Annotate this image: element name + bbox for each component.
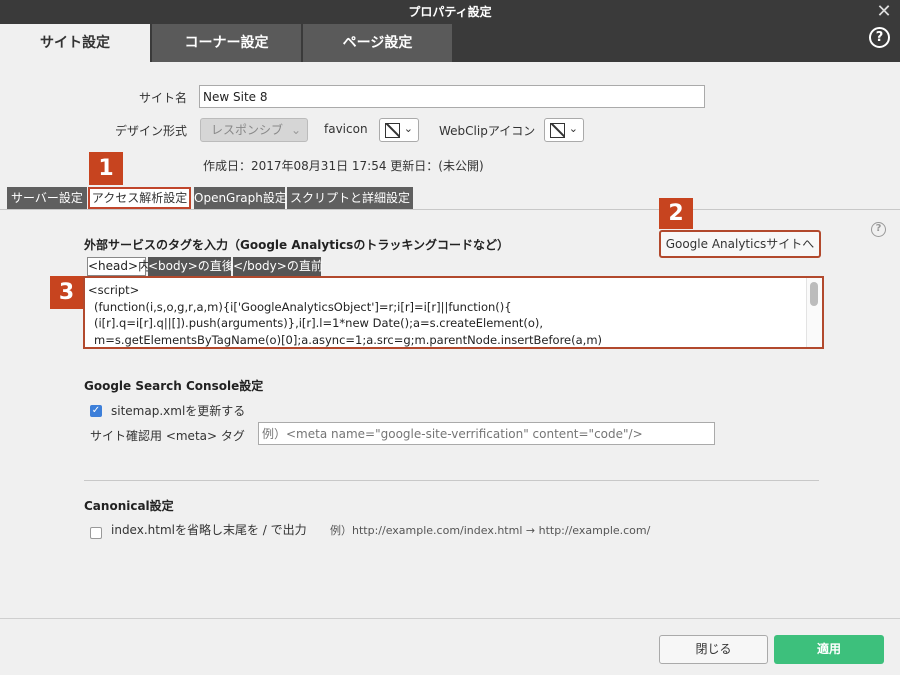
help-icon[interactable]: ? [869, 27, 890, 48]
no-image-icon [550, 123, 565, 138]
site-dates: 作成日：2017年08月31日 17:54 更新日：(未公開) [203, 159, 484, 173]
codetab-body-start[interactable]: <body>の直後 [148, 257, 234, 276]
canonical-example: 例）http://example.com/index.html → http:/… [330, 524, 651, 537]
design-format-value: レスポンシブ [211, 123, 284, 137]
webclip-select[interactable]: ⌄ [544, 118, 584, 142]
code-line: <script> [88, 283, 140, 297]
tracking-code-textarea[interactable]: <script> (function(i,s,o,g,r,a,m){i['Goo… [83, 276, 824, 349]
code-line: (i[r].q=i[r].q||[]).push(arguments)},i[r… [94, 316, 544, 330]
callout-badge-2: 2 [659, 198, 693, 229]
codetab-body-end[interactable]: </body>の直前 [233, 257, 323, 276]
canonical-heading: Canonical設定 [84, 499, 174, 513]
tab-site-settings[interactable]: サイト設定 [0, 24, 150, 62]
subtab-opengraph-settings[interactable]: OpenGraph設定 [194, 187, 287, 209]
tab-page-settings[interactable]: ページ設定 [303, 24, 452, 62]
canonical-option-label: index.htmlを省略し末尾を / で出力 [111, 523, 307, 537]
favicon-select[interactable]: ⌄ [379, 118, 419, 142]
apply-button[interactable]: 適用 [774, 635, 884, 664]
close-icon[interactable]: ✕ [874, 0, 894, 24]
site-name-input[interactable] [199, 85, 705, 108]
chevron-down-icon: ⌄ [290, 123, 301, 137]
meta-tag-input[interactable] [258, 422, 715, 445]
sitemap-checkbox[interactable]: ✓ [90, 405, 102, 417]
window-title: プロパティ設定 [0, 0, 900, 24]
tab-corner-settings[interactable]: コーナー設定 [152, 24, 301, 62]
site-name-label: サイト名 [139, 91, 188, 105]
design-format-label: デザイン形式 [115, 124, 188, 138]
search-console-heading: Google Search Console設定 [84, 379, 264, 393]
google-analytics-link-button[interactable]: Google Analyticsサイトへ [659, 230, 821, 258]
chevron-down-icon: ⌄ [568, 122, 578, 135]
analytics-heading: 外部サービスのタグを入力（Google Analyticsのトラッキングコードな… [84, 238, 509, 252]
section-divider [84, 480, 819, 481]
help-icon[interactable]: ? [871, 222, 886, 237]
callout-badge-1: 1 [89, 152, 123, 185]
code-scrollbar[interactable] [806, 278, 822, 347]
design-format-select: レスポンシブ ⌄ [200, 118, 308, 142]
favicon-label: favicon [324, 122, 368, 136]
subtab-analytics-settings[interactable]: アクセス解析設定 [88, 187, 191, 209]
subtab-divider [0, 209, 900, 210]
codetab-head[interactable]: <head>内 [87, 257, 150, 276]
subtab-script-settings[interactable]: スクリプトと詳細設定 [287, 187, 413, 209]
code-line: m=s.getElementsByTagName(o)[0];a.async=1… [94, 332, 603, 347]
sitemap-label: sitemap.xmlを更新する [111, 404, 246, 418]
subtab-server-settings[interactable]: サーバー設定 [7, 187, 87, 209]
webclip-label: WebClipアイコン [439, 124, 536, 138]
code-line: (function(i,s,o,g,r,a,m){i['GoogleAnalyt… [94, 299, 512, 314]
canonical-checkbox[interactable] [90, 527, 102, 539]
close-button[interactable]: 閉じる [659, 635, 768, 664]
meta-tag-label: サイト確認用 <meta> タグ [90, 429, 245, 443]
chevron-down-icon: ⌄ [403, 122, 413, 135]
callout-badge-3: 3 [50, 276, 83, 309]
code-scrollbar-thumb[interactable] [810, 282, 818, 306]
no-image-icon [385, 123, 400, 138]
